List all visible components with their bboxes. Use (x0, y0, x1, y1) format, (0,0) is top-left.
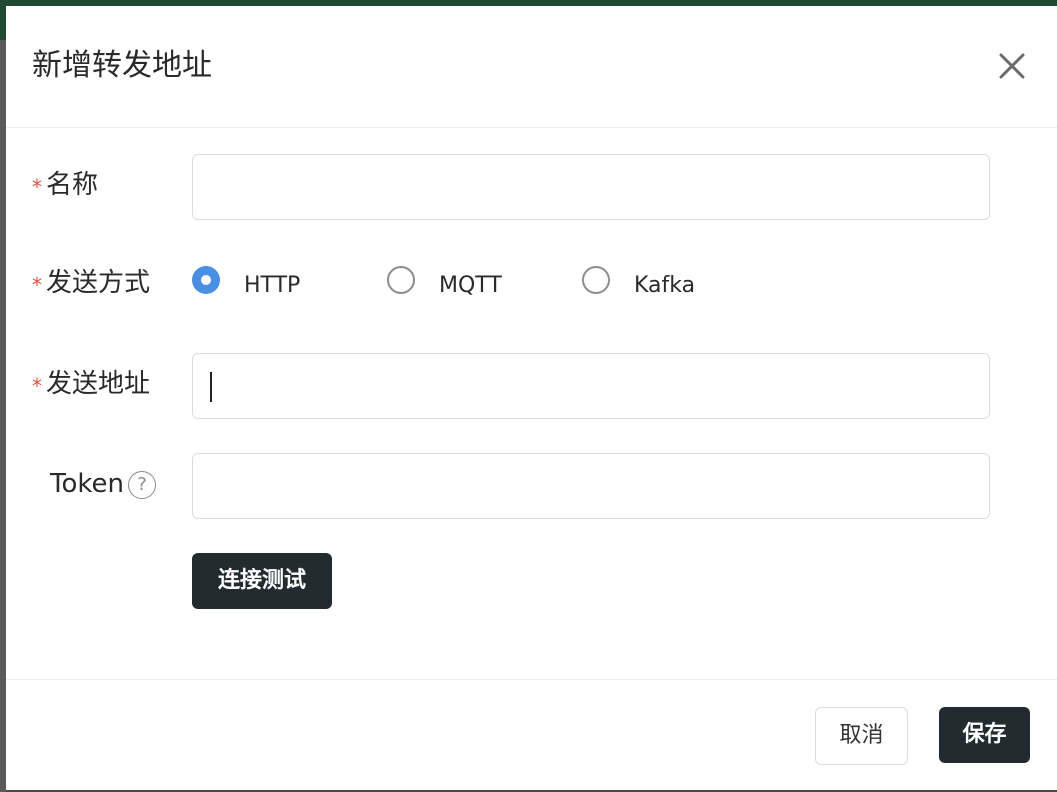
radio-http-circle[interactable] (192, 266, 220, 294)
radio-mqtt-label: MQTT (439, 273, 502, 298)
token-label: Token (50, 469, 124, 499)
close-button[interactable] (996, 50, 1028, 82)
name-label-text: 名称 (46, 170, 99, 200)
add-forward-address-dialog: 新增转发地址 * 名称 * 发送方式 HTTP MQTT Kafka * 发送地… (6, 6, 1057, 790)
required-mark: * (32, 175, 42, 199)
cancel-button[interactable]: 取消 (815, 707, 908, 765)
radio-mqtt-circle[interactable] (387, 266, 415, 294)
radio-kafka-circle[interactable] (582, 266, 610, 294)
dialog-title: 新增转发地址 (32, 48, 212, 83)
address-label: * 发送地址 (32, 367, 150, 401)
dialog-footer: 取消 保存 (6, 679, 1057, 790)
send-method-label-text: 发送方式 (46, 268, 151, 298)
save-button[interactable]: 保存 (939, 707, 1030, 763)
address-label-text: 发送地址 (46, 369, 151, 399)
name-label: * 名称 (32, 168, 98, 202)
close-icon (999, 53, 1025, 79)
dialog-header: 新增转发地址 (6, 6, 1057, 128)
required-mark: * (32, 273, 42, 297)
send-method-label: * 发送方式 (32, 266, 150, 300)
required-mark: * (32, 374, 42, 398)
help-icon[interactable]: ? (128, 471, 156, 499)
name-input[interactable] (192, 154, 990, 220)
radio-kafka-label: Kafka (634, 273, 696, 298)
token-input[interactable] (192, 453, 990, 519)
text-caret (210, 372, 212, 402)
address-input[interactable] (192, 353, 990, 419)
test-connection-button[interactable]: 连接测试 (192, 553, 332, 609)
radio-http-label: HTTP (244, 273, 301, 298)
